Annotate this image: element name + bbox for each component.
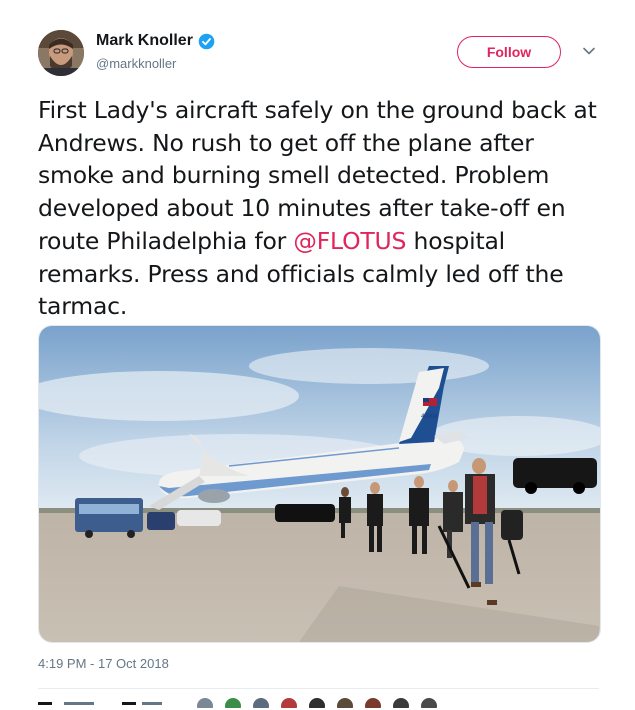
avatar-image bbox=[38, 30, 84, 76]
stats-row[interactable] bbox=[38, 695, 178, 710]
follow-button[interactable]: Follow bbox=[457, 36, 561, 68]
tail-number: 40004 bbox=[421, 414, 438, 420]
divider bbox=[38, 688, 599, 689]
user-name-row[interactable]: Mark Knoller bbox=[96, 32, 215, 50]
tweet-text: First Lady's aircraft safely on the grou… bbox=[38, 94, 608, 323]
liker-avatars[interactable] bbox=[196, 694, 460, 708]
user-handle[interactable]: @markknoller bbox=[96, 56, 176, 71]
mention-link[interactable]: @FLOTUS bbox=[293, 227, 406, 255]
user-name[interactable]: Mark Knoller bbox=[96, 32, 193, 50]
verified-badge-icon bbox=[198, 33, 215, 49]
tweet-timestamp[interactable]: 4:19 PM - 17 Oct 2018 bbox=[38, 656, 169, 671]
stats-counts-cut-off bbox=[38, 702, 162, 705]
bus bbox=[75, 498, 143, 532]
chevron-down-icon[interactable] bbox=[582, 44, 596, 58]
avatar[interactable] bbox=[38, 30, 84, 76]
tweet-photo[interactable]: 40004 bbox=[38, 325, 601, 643]
suv bbox=[513, 458, 597, 488]
airplane-tarmac-photo: 40004 bbox=[39, 326, 600, 642]
